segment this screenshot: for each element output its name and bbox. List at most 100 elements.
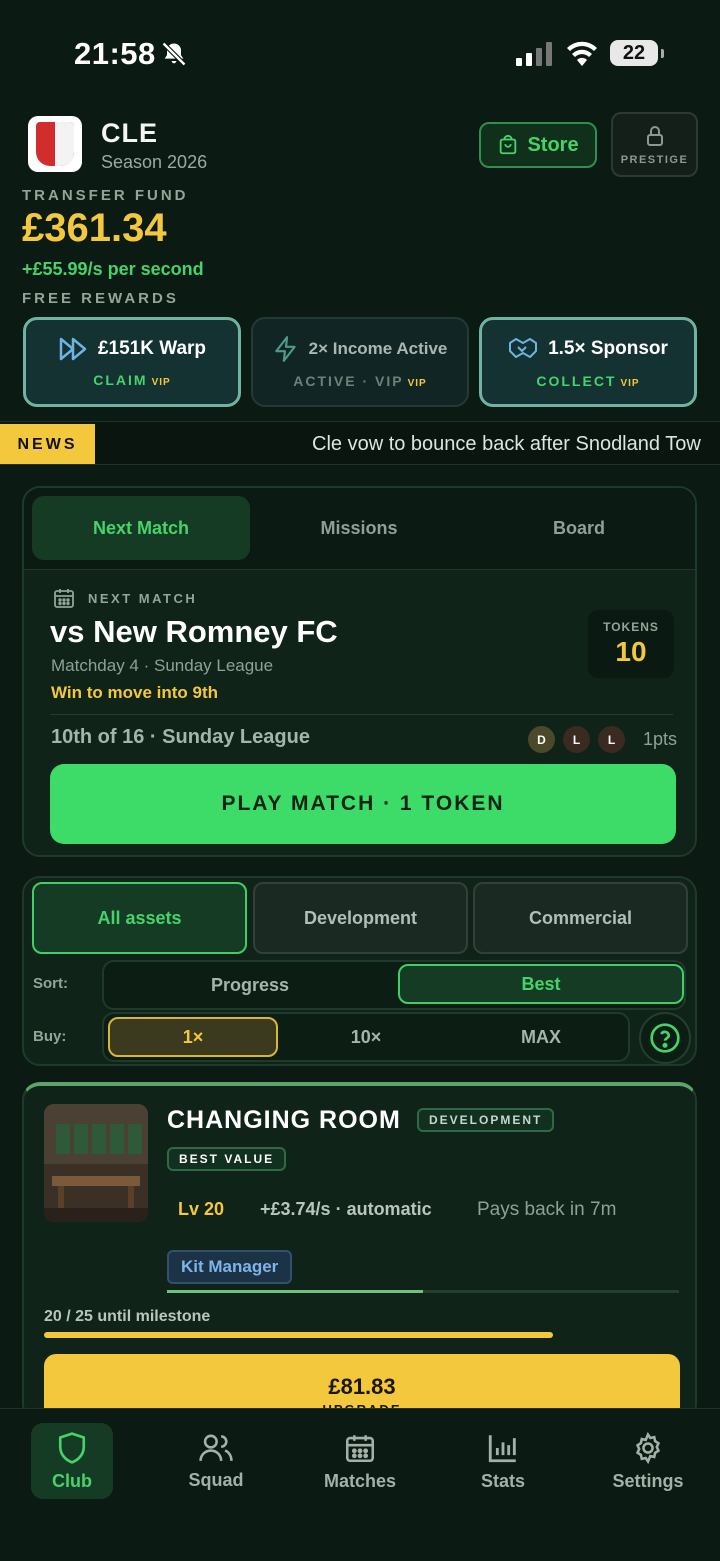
sort-label: Sort: <box>33 975 68 992</box>
free-rewards-label: FREE REWARDS <box>22 290 179 307</box>
opponent-name: vs New Romney FC <box>50 614 338 649</box>
match-objective: Win to move into 9th <box>51 683 219 702</box>
club-season: Season 2026 <box>101 152 208 172</box>
tab-missions[interactable]: Missions <box>250 496 468 560</box>
calendar-icon <box>54 589 74 608</box>
news-ticker[interactable]: NEWS Cle vow to bounce back after Snodla… <box>0 421 720 465</box>
nav-club[interactable]: Club <box>31 1423 113 1499</box>
status-bar: 21:58 22 <box>0 0 720 100</box>
news-tag: NEWS <box>0 424 95 464</box>
lightning-icon <box>274 336 296 362</box>
reward-sponsor-button[interactable]: 1.5× Sponsor COLLECT VIP <box>479 317 697 407</box>
cell-signal-icon <box>516 42 552 66</box>
lock-icon <box>646 125 663 146</box>
milestone-progress-bar <box>44 1332 680 1338</box>
form-result-loss: L <box>563 726 590 753</box>
manager-badge[interactable]: Kit Manager <box>167 1250 293 1284</box>
form-result-loss: L <box>598 726 625 753</box>
changing-room-image <box>44 1104 148 1222</box>
tokens-value: 10 <box>615 636 647 667</box>
nav-settings[interactable]: Settings <box>607 1423 689 1499</box>
points-total: 1pts <box>643 729 678 749</box>
club-crest-logo <box>28 116 82 172</box>
transfer-fund-label: TRANSFER FUND <box>22 187 189 204</box>
users-icon <box>199 1434 233 1461</box>
prestige-label: PRESTIGE <box>620 153 689 166</box>
bell-muted-icon <box>161 41 187 67</box>
next-match-header: NEXT MATCH <box>52 586 197 610</box>
asset-title: CHANGING ROOM <box>167 1106 401 1134</box>
reward-sponsor-title: 1.5× Sponsor <box>548 338 668 359</box>
club-header: CLE Season 2026 Store PRESTIGE <box>24 112 698 192</box>
handshake-icon <box>509 338 538 358</box>
divider <box>50 714 673 715</box>
manager-progress-fill <box>167 1290 423 1293</box>
vip-badge: VIP <box>151 377 171 388</box>
asset-card-changing-room[interactable]: CHANGING ROOM DEVELOPMENT BEST VALUE Lv … <box>22 1082 697 1422</box>
gear-icon <box>635 1431 661 1464</box>
nav-stats-label: Stats <box>480 1470 525 1491</box>
category-tag: DEVELOPMENT <box>417 1108 555 1132</box>
shopping-bag-icon <box>500 134 517 155</box>
sort-progress-option[interactable]: Progress <box>104 962 396 1008</box>
asset-filter-card: All assets Development Commercial Sort: … <box>22 876 697 1066</box>
tokens-label: TOKENS <box>603 620 659 634</box>
nav-squad[interactable]: Squad <box>175 1423 257 1499</box>
nav-stats[interactable]: Stats <box>462 1423 544 1499</box>
wifi-icon <box>567 41 597 66</box>
shield-icon <box>58 1431 86 1464</box>
nav-settings-label: Settings <box>612 1470 684 1491</box>
store-button[interactable]: Store <box>479 122 597 168</box>
sort-segmented-control: Progress Best <box>102 960 686 1010</box>
income-rate: +£55.99/s per second <box>22 259 204 279</box>
league-standing: 10th of 16 · Sunday League <box>51 726 310 748</box>
buy-max-option[interactable]: MAX <box>454 1014 628 1060</box>
matchday-info: Matchday 4 · Sunday League <box>51 656 274 675</box>
prestige-button[interactable]: PRESTIGE <box>611 112 698 177</box>
nav-squad-label: Squad <box>188 1469 244 1490</box>
buy-1x-option[interactable]: 1× <box>108 1017 278 1057</box>
nav-club-label: Club <box>52 1470 92 1491</box>
manager-progress-bar <box>167 1290 679 1293</box>
sort-best-option[interactable]: Best <box>398 964 684 1004</box>
club-name: CLE <box>101 118 158 148</box>
tab-board[interactable]: Board <box>470 496 688 560</box>
tab-next-match[interactable]: Next Match <box>32 496 250 560</box>
milestone-label: 20 / 25 until milestone <box>44 1308 211 1325</box>
reward-warp-title: £151K Warp <box>97 338 207 359</box>
form-result-draw: D <box>528 726 555 753</box>
reward-income-title: 2× Income Active <box>308 339 448 358</box>
match-card: Next Match Missions Board NEXT MATCH vs … <box>22 486 697 857</box>
recent-form: D L L 1pts <box>528 726 677 753</box>
vip-badge: VIP <box>620 378 640 389</box>
help-button[interactable] <box>639 1012 691 1064</box>
match-tabs: Next Match Missions Board <box>24 488 695 570</box>
best-value-badge: BEST VALUE <box>167 1147 287 1171</box>
reward-sponsor-action: COLLECT <box>536 373 617 389</box>
help-icon <box>650 1023 680 1053</box>
asset-level: Lv 20 <box>178 1199 225 1219</box>
nav-matches[interactable]: Matches <box>319 1423 401 1499</box>
news-headline: Cle vow to bounce back after Snodland To… <box>312 433 701 455</box>
bottom-navigation: Club Squad Matches Stats Settings <box>0 1408 720 1561</box>
filter-development[interactable]: Development <box>253 882 468 954</box>
asset-income: +£3.74/s · automatic <box>260 1199 432 1219</box>
asset-payback: Pays back in 7m <box>477 1199 617 1220</box>
calendar-icon <box>345 1434 375 1462</box>
reward-warp-button[interactable]: £151K Warp CLAIM VIP <box>23 317 241 407</box>
buy-10x-option[interactable]: 10× <box>280 1014 452 1060</box>
vip-badge: VIP <box>407 378 427 389</box>
store-label: Store <box>527 133 579 156</box>
reward-income-action: ACTIVE · VIP <box>293 373 404 389</box>
filter-all-assets[interactable]: All assets <box>32 882 247 954</box>
bar-chart-icon <box>488 1434 516 1462</box>
filter-commercial[interactable]: Commercial <box>473 882 688 954</box>
play-match-button[interactable]: PLAY MATCH · 1 TOKEN <box>50 764 676 844</box>
reward-warp-action: CLAIM <box>93 372 148 388</box>
buy-segmented-control: 1× 10× MAX <box>102 1012 630 1062</box>
status-time: 21:58 <box>74 36 156 71</box>
next-match-label: NEXT MATCH <box>88 590 198 606</box>
tokens-counter: TOKENS 10 <box>588 610 674 678</box>
upgrade-price: £81.83 <box>328 1374 396 1399</box>
reward-income-button[interactable]: 2× Income Active ACTIVE · VIP VIP <box>251 317 469 407</box>
